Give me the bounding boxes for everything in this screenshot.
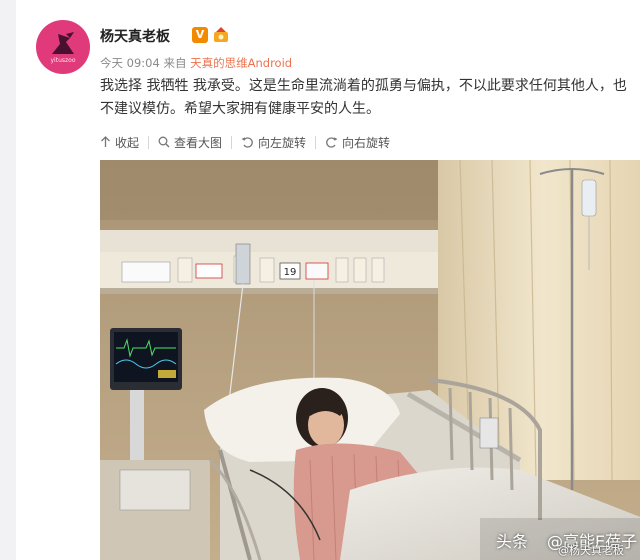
username[interactable]: 杨天真老板 [100,26,170,46]
collapse-button[interactable]: 收起 [100,134,139,151]
rotate-right-icon [326,137,338,148]
toutiao-watermark: 头条 [496,532,529,551]
collapse-label: 收起 [115,135,140,150]
toolbar-divider [231,135,233,149]
avatar-caption: yituszoo [50,57,76,64]
avatar[interactable]: yituszoo [36,20,90,74]
rotate-left-button[interactable]: 向左旋转 [241,134,306,151]
room-number: 19 [284,267,297,278]
toolbar-divider [148,135,150,149]
source-prefix: 来自 [163,56,187,70]
toolbar-divider [315,135,317,149]
avatar-silhouette-icon [52,32,74,54]
post-meta: 今天 09:04 来自 天真的思维Android [100,55,292,71]
rotate-right-button[interactable]: 向右旋转 [325,134,390,151]
post-photo[interactable]: 19 [100,160,640,560]
verified-badge-icon[interactable]: V [192,27,208,43]
rotate-left-icon [241,137,253,148]
hospital-room-photo: 19 [100,160,640,560]
view-large-label: 查看大图 [174,135,223,150]
image-toolbar: 收起 查看大图 向左旋转 向右旋转 [100,132,390,152]
post-time[interactable]: 今天 09:04 [100,56,160,70]
weibo-post-card: yituszoo 杨天真老板 V 今天 09:04 来自 天真的思维Androi… [16,0,640,560]
view-large-button[interactable]: 查看大图 [158,134,222,151]
rotate-right-label: 向右旋转 [342,135,391,150]
arrow-up-icon [101,136,110,147]
post-text: 我选择 我牺牲 我承受。这是生命里流淌着的孤勇与偏执，不以此要求任何其他人，也不… [100,78,627,117]
rotate-left-label: 向左旋转 [258,135,307,150]
member-badge-icon[interactable] [212,26,230,44]
post-source[interactable]: 天真的思维Android [190,56,292,70]
weibo-watermark: @杨天真老板 [558,544,624,557]
magnifier-icon [158,136,170,148]
